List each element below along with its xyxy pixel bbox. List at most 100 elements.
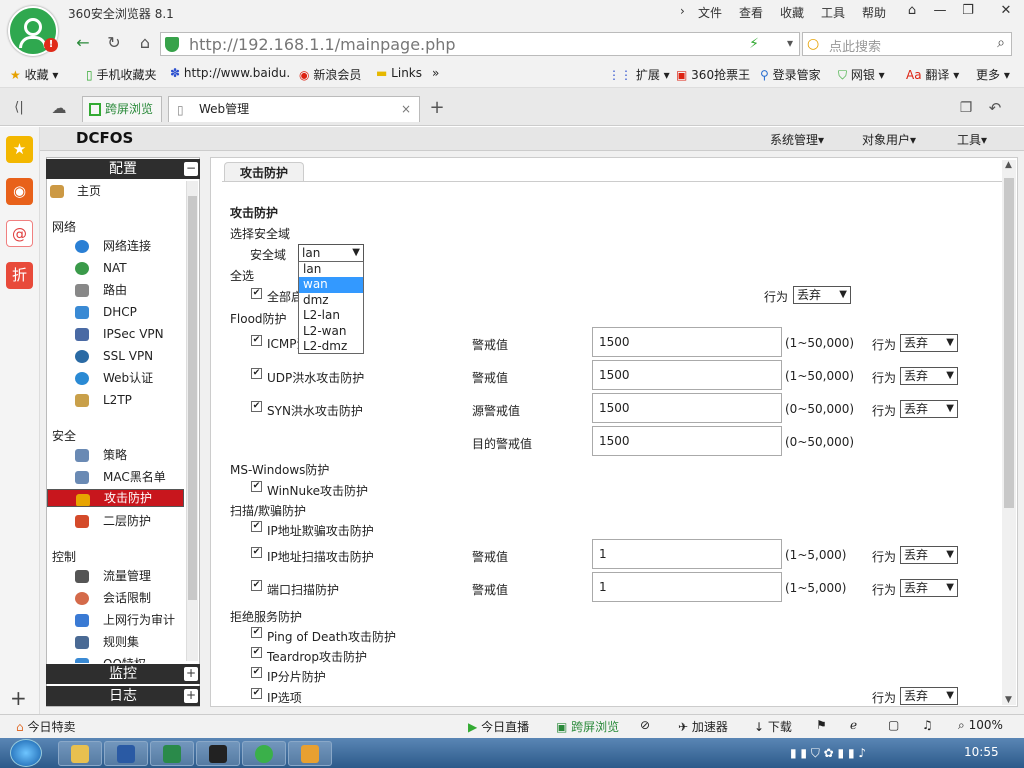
syn-dst-alert-input[interactable]: 1500 xyxy=(592,426,782,456)
ping-death-checkbox[interactable]: ✔ xyxy=(251,627,262,638)
ip-spoof-checkbox[interactable]: ✔ xyxy=(251,521,262,532)
syn-action-select[interactable]: 丢弃 ▼ xyxy=(900,400,958,418)
download-button[interactable]: ↓ 下载 xyxy=(754,718,792,735)
syn-src-alert-input[interactable]: 1500 xyxy=(592,393,782,423)
expand-icon[interactable]: + xyxy=(184,667,198,681)
nav-item-dhcp[interactable]: DHCP xyxy=(47,302,184,323)
back-icon[interactable]: ← xyxy=(72,32,94,54)
nav-item-policy[interactable]: 策略 xyxy=(47,445,184,466)
icmp-alert-input[interactable]: 1500 xyxy=(592,327,782,357)
zone-option[interactable]: dmz xyxy=(299,293,363,308)
enable-all-checkbox[interactable]: ✔ xyxy=(251,288,262,299)
nav-item-behavior-audit[interactable]: 上网行为审计 xyxy=(47,610,184,631)
add-sidebar-icon[interactable]: + xyxy=(10,686,27,710)
tab-attack-protection[interactable]: 攻击防护 xyxy=(224,162,304,182)
icmp-checkbox[interactable]: ✔ xyxy=(251,335,262,346)
live-button[interactable]: ▶ 今日直播 xyxy=(468,718,529,735)
zone-option-highlighted[interactable]: wan xyxy=(299,277,363,293)
zone-dropdown-list[interactable]: lan wan dmz L2-lan L2-wan L2-dmz xyxy=(298,261,364,354)
nav-item-session-limit[interactable]: 会话限制 xyxy=(47,588,184,609)
nav-header-monitor[interactable]: 监控 + xyxy=(46,664,200,684)
ip-option-checkbox[interactable]: ✔ xyxy=(251,688,262,699)
bookmark-baidu[interactable]: ✽ http://www.baidu. xyxy=(170,66,290,80)
tray-icons[interactable]: ▮ ▮ ⛉ ✿ ▮ ▮ ♪ xyxy=(790,746,866,761)
ie-icon[interactable]: ℯ xyxy=(850,718,857,732)
close-icon[interactable]: ✕ xyxy=(993,0,1019,22)
mail-icon[interactable]: @ xyxy=(6,220,33,247)
accelerator-button[interactable]: ✈ 加速器 xyxy=(678,718,728,735)
port-scan-action-select[interactable]: 丢弃 ▼ xyxy=(900,579,958,597)
undo-close-icon[interactable]: ↶ xyxy=(984,97,1006,119)
cloud-icon[interactable]: ☁ xyxy=(48,97,70,119)
udp-checkbox[interactable]: ✔ xyxy=(251,368,262,379)
nav-item-attack-protection[interactable]: 攻击防护 xyxy=(47,489,184,507)
menu-view[interactable]: 查看 xyxy=(739,4,763,21)
sidebar-toggle-icon[interactable]: ⟨| xyxy=(8,97,30,119)
search-input[interactable]: ○ 点此搜索 ⌕ xyxy=(802,32,1012,56)
nav-item-ssl-vpn[interactable]: SSL VPN xyxy=(47,346,184,367)
collapse-icon[interactable]: − xyxy=(184,162,198,176)
cross-screen-button[interactable]: ▣ 跨屏浏览 xyxy=(556,718,619,735)
tab-close-icon[interactable]: × xyxy=(401,97,411,121)
menu-object-user[interactable]: 对象用户▾ xyxy=(862,131,916,148)
nav-item-qq[interactable]: QQ特权 xyxy=(47,654,184,663)
taskbar-word-icon[interactable] xyxy=(104,741,148,766)
url-input[interactable]: http://192.168.1.1/mainpage.php ⚡ ▾ xyxy=(160,32,800,56)
bookmark-links[interactable]: ▬ Links xyxy=(376,66,422,80)
teardrop-checkbox[interactable]: ✔ xyxy=(251,647,262,658)
ext-more[interactable]: 更多 ▾ xyxy=(976,66,1010,83)
skin-icon[interactable]: ⌂ xyxy=(899,0,925,22)
taskbar-app-icon[interactable] xyxy=(288,741,332,766)
windows-start-icon[interactable] xyxy=(10,739,42,767)
taskbar-clock[interactable]: 10:55 xyxy=(964,745,999,759)
nav-item-route[interactable]: 路由 xyxy=(47,280,184,301)
browser-logo-icon[interactable]: ! xyxy=(8,6,58,56)
home-icon[interactable]: ⌂ xyxy=(134,32,156,54)
nav-item-nat[interactable]: NAT xyxy=(47,258,184,279)
zone-option[interactable]: L2-lan xyxy=(299,308,363,323)
speed-icon[interactable]: ⚡ xyxy=(749,36,759,52)
favorites-star-icon[interactable]: ★ xyxy=(6,136,33,163)
icmp-action-select[interactable]: 丢弃 ▼ xyxy=(900,334,958,352)
ext-expand[interactable]: ⋮⋮ 扩展 ▾ xyxy=(608,66,670,83)
taskbar-360browser-icon[interactable] xyxy=(242,741,286,766)
ip-scan-alert-input[interactable]: 1 xyxy=(592,539,782,569)
nav-item-ruleset[interactable]: 规则集 xyxy=(47,632,184,653)
ip-scan-action-select[interactable]: 丢弃 ▼ xyxy=(900,546,958,564)
taskbar-cmd-icon[interactable] xyxy=(196,741,240,766)
search-engine-icon[interactable]: ○ xyxy=(807,36,819,52)
ip-scan-checkbox[interactable]: ✔ xyxy=(251,547,262,558)
new-tab-icon[interactable]: + xyxy=(426,97,448,119)
bookmark-sina[interactable]: ◉ 新浪会员 xyxy=(299,66,361,83)
nav-item-network-connection[interactable]: 网络连接 xyxy=(47,236,184,257)
nav-item-traffic[interactable]: 流量管理 xyxy=(47,566,184,587)
menu-help[interactable]: 帮助 xyxy=(862,4,886,21)
all-action-select[interactable]: 丢弃 ▼ xyxy=(793,286,851,304)
zone-option[interactable]: lan xyxy=(299,262,363,277)
nav-item-mac-blacklist[interactable]: MAC黑名单 xyxy=(47,467,184,488)
port-scan-alert-input[interactable]: 1 xyxy=(592,572,782,602)
tab-cross-screen[interactable]: 跨屏浏览 xyxy=(82,96,162,122)
zone-select[interactable]: lan ▼ xyxy=(298,244,364,262)
minimize-icon[interactable]: — xyxy=(927,0,953,22)
window-icon[interactable]: ▢ xyxy=(888,718,899,732)
ext-login-manager[interactable]: ⚲ 登录管家 xyxy=(760,66,821,83)
menu-favorites[interactable]: 收藏 xyxy=(780,4,804,21)
zoom-control[interactable]: ⌕ 100% xyxy=(958,718,1003,733)
ip-option-action-select[interactable]: 丢弃 ▼ xyxy=(900,687,958,705)
nav-item-ipsec-vpn[interactable]: IPSec VPN xyxy=(47,324,184,345)
bookmark-mobile[interactable]: ▯ 手机收藏夹 xyxy=(86,66,156,83)
daily-deals[interactable]: ⌂ 今日特卖 xyxy=(16,718,75,735)
discount-icon[interactable]: 折 xyxy=(6,262,33,289)
zone-option[interactable]: L2-wan xyxy=(299,324,363,339)
ext-translate[interactable]: Aa 翻译 ▾ xyxy=(906,66,959,83)
refresh-icon[interactable]: ↻ xyxy=(103,32,125,54)
tab-list-icon[interactable]: ❐ xyxy=(955,97,977,119)
nav-header-config[interactable]: 配置 − xyxy=(46,159,200,179)
more-bookmarks-icon[interactable]: » xyxy=(432,66,439,80)
expand-icon[interactable]: + xyxy=(184,689,198,703)
nav-item-web-auth[interactable]: Web认证 xyxy=(47,368,184,389)
ext-tickets[interactable]: ▣ 360抢票王 xyxy=(676,66,750,83)
menu-tools[interactable]: 工具 xyxy=(821,4,845,21)
menu-system-management[interactable]: 系统管理▾ xyxy=(770,131,824,148)
